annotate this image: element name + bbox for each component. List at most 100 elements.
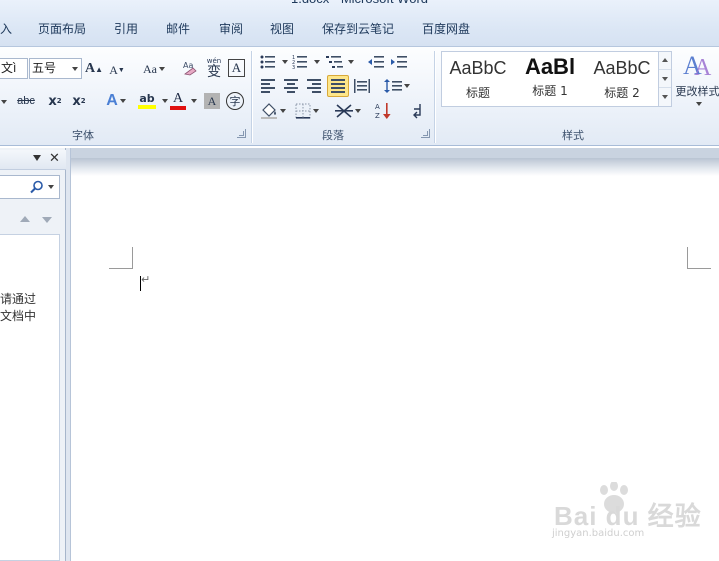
pinyin-guide-button[interactable]: wén 变: [203, 56, 225, 80]
align-right-button[interactable]: [305, 77, 323, 95]
justify-icon: [331, 79, 345, 93]
decrease-indent-button[interactable]: [367, 53, 385, 71]
search-icon[interactable]: [30, 180, 44, 194]
strikethrough-button[interactable]: abc: [13, 91, 39, 111]
strikethrough-icon: abc: [17, 95, 35, 107]
tab-mailings[interactable]: 邮件: [166, 20, 190, 37]
tab-view[interactable]: 视图: [270, 20, 294, 37]
next-result-arrow-icon[interactable]: [42, 217, 52, 223]
align-left-icon: [261, 79, 275, 93]
navigation-pane-header: ✕: [0, 150, 66, 170]
grow-font-button[interactable]: A ▲: [84, 59, 103, 79]
clear-formatting-button[interactable]: Aa: [180, 58, 200, 78]
decrease-indent-icon: [368, 56, 384, 68]
svg-text:A: A: [694, 55, 712, 79]
styles-gallery-scroll: [659, 51, 672, 107]
tab-baidu-netdisk[interactable]: 百度网盘: [422, 20, 470, 37]
align-right-icon: [307, 79, 321, 93]
align-center-icon: [284, 79, 298, 93]
tab-insert[interactable]: 入: [0, 20, 12, 37]
margin-corner-top-right: [687, 247, 711, 269]
underline-dropdown[interactable]: [0, 93, 8, 111]
align-center-button[interactable]: [282, 77, 300, 95]
search-document-input[interactable]: [0, 175, 60, 199]
font-size-value: 五号: [32, 61, 57, 75]
change-case-button[interactable]: Aa: [140, 59, 168, 79]
navigation-hint-text: 请通过 文档中: [0, 291, 36, 325]
character-shading-button[interactable]: A: [204, 93, 220, 109]
superscript-icon: x: [72, 93, 81, 109]
borders-button[interactable]: [292, 101, 322, 121]
subscript-button[interactable]: x2: [46, 91, 64, 111]
paragraph-mark-icon: ↵: [141, 273, 151, 286]
numbering-button[interactable]: 1 2 3: [292, 53, 320, 71]
style-name: 标题: [465, 86, 490, 100]
search-options-chevron-down-icon[interactable]: [48, 185, 54, 189]
tab-review[interactable]: 审阅: [219, 20, 243, 37]
styles-gallery: AaBbC 标题 AaBl 标题 1 AaBbC 标题 2: [441, 51, 659, 107]
text-effects-icon: A: [106, 92, 118, 109]
change-styles-button[interactable]: A A 更改样式: [676, 49, 719, 119]
distributed-button[interactable]: [353, 77, 371, 95]
style-heading-1[interactable]: AaBl 标题 1: [514, 52, 586, 106]
sort-button[interactable]: A Z: [374, 101, 394, 121]
font-color-button[interactable]: A: [167, 91, 189, 111]
chevron-down-icon[interactable]: [72, 67, 78, 71]
navigation-pane: ✕ 请通过 文档中: [0, 148, 66, 561]
group-divider: [251, 51, 252, 143]
style-title[interactable]: AaBbC 标题: [442, 52, 514, 106]
nav-hint-line-1: 请通过: [0, 292, 37, 306]
ribbon-tabs: 入 页面布局 引用 邮件 审阅 视图 保存到云笔记 百度网盘: [0, 20, 719, 40]
font-size-combo[interactable]: 五号: [29, 58, 82, 79]
character-border-button[interactable]: A: [228, 59, 245, 77]
tab-save-to-cloud-notes[interactable]: 保存到云笔记: [322, 20, 394, 37]
pane-options-chevron-down-icon[interactable]: [33, 155, 41, 161]
align-left-button[interactable]: [259, 77, 277, 95]
group-divider: [434, 51, 435, 143]
line-spacing-icon: [384, 79, 402, 93]
font-dialog-launcher-icon[interactable]: [237, 129, 246, 138]
tab-references[interactable]: 引用: [114, 20, 138, 37]
style-sample: AaBbC: [449, 58, 507, 78]
subscript-icon: x: [48, 93, 57, 109]
watermark-url: jingyan.baidu.com: [552, 528, 645, 539]
close-icon[interactable]: ✕: [49, 151, 60, 166]
font-group-label: 字体: [72, 129, 94, 142]
chinese-layout-icon: [335, 104, 353, 118]
gallery-more-icon[interactable]: [659, 88, 671, 106]
multilevel-list-button[interactable]: [326, 53, 354, 71]
enclose-characters-button[interactable]: 字: [226, 92, 244, 110]
page-top-shadow: [71, 158, 719, 176]
shading-button[interactable]: [258, 101, 288, 121]
shrink-font-button[interactable]: A ▼: [109, 60, 125, 80]
chinese-layout-button[interactable]: [334, 101, 362, 121]
font-color-icon: A: [172, 91, 184, 106]
window-title: 1.docx - Microsoft Word: [0, 0, 719, 9]
style-name: 标题 1: [532, 84, 568, 98]
highlight-color-swatch: [138, 105, 156, 109]
change-styles-icon: A A: [683, 51, 712, 79]
style-heading-2[interactable]: AaBbC 标题 2: [586, 52, 658, 106]
gallery-scroll-up-icon[interactable]: [659, 52, 671, 70]
text-effects-button[interactable]: A: [103, 91, 129, 111]
previous-result-arrow-icon[interactable]: [20, 216, 30, 222]
title-and-tab-bar: 1.docx - Microsoft Word 入 页面布局 引用 邮件 审阅 …: [0, 0, 719, 46]
bullets-button[interactable]: [260, 53, 288, 71]
paragraph-group-label: 段落: [322, 129, 344, 142]
gallery-scroll-down-icon[interactable]: [659, 70, 671, 88]
ribbon: 文ì 五号 A ▲ A ▼ Aa Aa wén 变 A abc x2 x2 A ab: [0, 46, 719, 146]
font-color-dropdown[interactable]: [189, 95, 197, 107]
line-spacing-button[interactable]: [384, 77, 410, 95]
increase-indent-icon: [391, 56, 407, 68]
paragraph-dialog-launcher-icon[interactable]: [421, 129, 430, 138]
styles-group-label: 样式: [562, 129, 584, 142]
multilevel-list-icon: [326, 56, 343, 68]
superscript-button[interactable]: x2: [70, 91, 88, 111]
font-name-combo[interactable]: 文ì: [0, 58, 28, 79]
justify-button[interactable]: [327, 75, 349, 97]
increase-indent-button[interactable]: [390, 53, 408, 71]
show-hide-marks-button[interactable]: [408, 101, 428, 121]
grow-font-icon: A: [84, 61, 96, 76]
tab-page-layout[interactable]: 页面布局: [38, 20, 86, 37]
highlight-color-button[interactable]: ab: [132, 91, 162, 111]
